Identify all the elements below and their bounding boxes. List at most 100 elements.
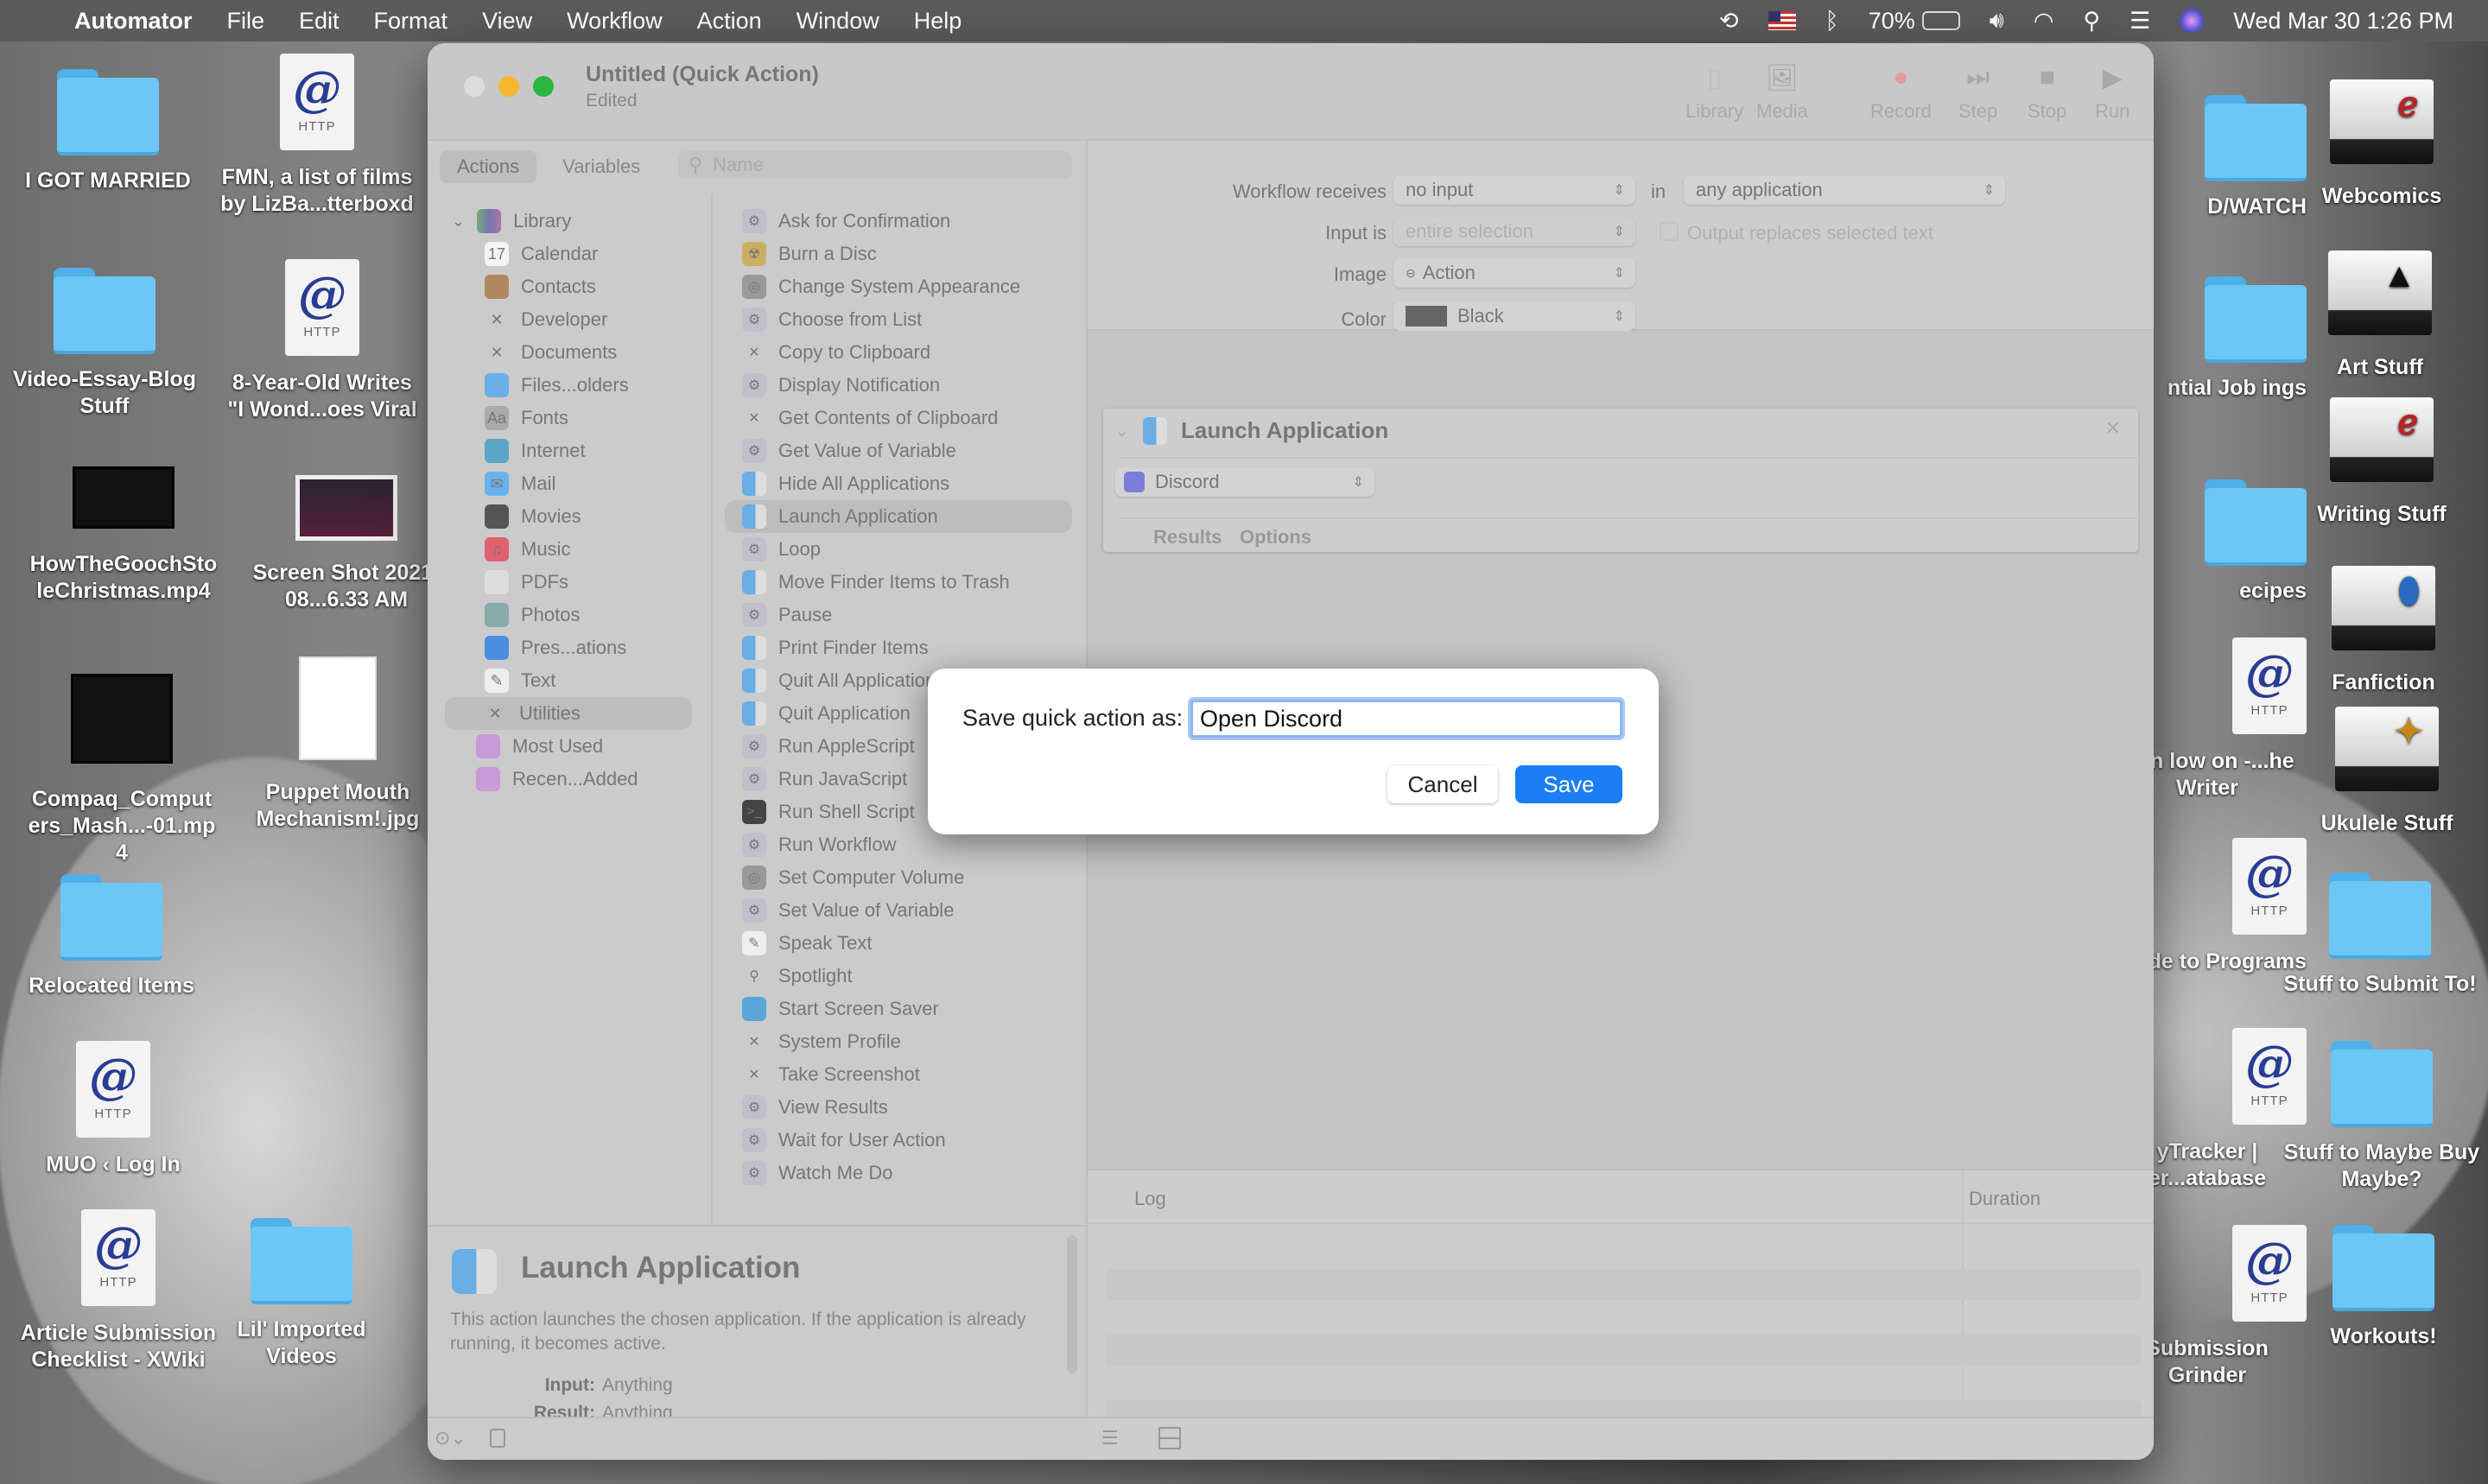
tree-item-mail[interactable]: ✉ Mail	[428, 467, 711, 500]
desktop-icon[interactable]: ⬮ Fanfiction	[2284, 566, 2483, 696]
battery-status[interactable]: 70%	[1869, 8, 1960, 35]
more-options-icon[interactable]: ⊙⌄	[435, 1427, 466, 1449]
desktop-icon[interactable]: ℯ Webcomics	[2282, 79, 2481, 210]
desktop-icon[interactable]: @ HTTP 8-Year-Old Writes "I Wond...oes Vir…	[223, 259, 422, 423]
desktop-icon[interactable]: @ HTTP MUO ‹ Log In	[14, 1041, 213, 1178]
tree-item-photos[interactable]: Photos	[428, 599, 711, 631]
action-item[interactable]: ⚙ Display Notification	[713, 369, 1088, 402]
tree-item-music[interactable]: ♫ Music	[428, 533, 711, 566]
wifi-icon[interactable]: ◠	[2034, 8, 2054, 35]
desktop-icon[interactable]: Video-Essay-Blog Stuff	[5, 268, 204, 420]
action-item[interactable]: ⚙ Loop	[713, 533, 1088, 566]
menu-window[interactable]: Window	[797, 8, 879, 35]
action-item[interactable]: Hide All Applications	[713, 467, 1088, 500]
desktop-icon[interactable]: @ HTTP Article Submission Checklist - XWik…	[19, 1209, 218, 1373]
save-button[interactable]: Save	[1515, 765, 1622, 803]
tree-item-most-used[interactable]: Most Used	[428, 730, 711, 763]
desktop-icon[interactable]: Stuff to Submit To!	[2281, 872, 2479, 998]
action-item[interactable]: ◎ Change System Appearance	[713, 270, 1088, 303]
toolbar-library-button[interactable]: ▯ Library	[1685, 60, 1743, 123]
menu-view[interactable]: View	[482, 8, 532, 35]
desktop-icon[interactable]: ✦ Ukulele Stuff	[2288, 707, 2486, 837]
toolbar-run-button[interactable]: ▶ Run	[2095, 60, 2129, 123]
action-item[interactable]: ⚙ Ask for Confirmation	[713, 205, 1088, 238]
menu-file[interactable]: File	[227, 8, 265, 35]
action-item[interactable]: ✎ Speak Text	[713, 927, 1088, 960]
menu-action[interactable]: Action	[697, 8, 762, 35]
action-item[interactable]: ⚙ Wait for User Action	[713, 1124, 1088, 1157]
toolbar-record-button[interactable]: ● Record	[1870, 60, 1932, 123]
color-popup[interactable]: Black ⇕	[1393, 301, 1635, 331]
desktop-icon[interactable]: Stuff to Maybe Buy Maybe?	[2282, 1041, 2481, 1193]
desktop-icon[interactable]: Puppet Mouth Mechanism!.jpg	[238, 656, 437, 833]
action-item[interactable]: ⚲ Spotlight	[713, 960, 1088, 993]
desktop-icon[interactable]: Lil' Imported Videos	[202, 1218, 401, 1370]
application-select-popup[interactable]: Discord ⇕	[1115, 467, 1374, 497]
menu-help[interactable]: Help	[914, 8, 962, 35]
volume-icon[interactable]: 🔊︎	[1990, 7, 2004, 35]
desktop-icon[interactable]: ▲ Art Stuff	[2281, 251, 2479, 381]
tree-item-calendar[interactable]: 17 Calendar	[428, 238, 711, 270]
action-item[interactable]: ✕ System Profile	[713, 1025, 1088, 1058]
toolbar-media-button[interactable]: 🖼︎ Media	[1756, 60, 1808, 123]
siri-icon[interactable]	[2180, 9, 2205, 33]
action-item[interactable]: ✕ Get Contents of Clipboard	[713, 402, 1088, 434]
library-root[interactable]: ⌄ Library	[428, 205, 711, 238]
description-scrollbar[interactable]	[1067, 1235, 1077, 1373]
zoom-window-button[interactable]	[533, 76, 554, 97]
workflow-receives-popup[interactable]: no input ⇕	[1393, 175, 1635, 205]
tree-item-contacts[interactable]: Contacts	[428, 270, 711, 303]
tree-item-text[interactable]: ✎ Text	[428, 664, 711, 697]
desktop-icon[interactable]: Compaq_Computers_Mash...-01.mp4	[22, 674, 221, 866]
action-item[interactable]: ⚙ Pause	[713, 599, 1088, 631]
action-item[interactable]: ⚙ Choose from List	[713, 303, 1088, 336]
log-column-header[interactable]: Log	[1134, 1188, 1166, 1210]
tree-item-internet[interactable]: Internet	[428, 434, 711, 467]
action-item[interactable]: ◎ Set Computer Volume	[713, 861, 1088, 894]
cancel-button[interactable]: Cancel	[1387, 765, 1498, 803]
tree-item-files-olders[interactable]: Files...olders	[428, 369, 711, 402]
action-item[interactable]: ☢ Burn a Disc	[713, 238, 1088, 270]
action-item[interactable]: ✕ Copy to Clipboard	[713, 336, 1088, 369]
action-item[interactable]: Print Finder Items	[713, 631, 1088, 664]
desktop-icon[interactable]: Screen Shot 2021-08...6.33 AM	[247, 475, 446, 613]
close-window-button[interactable]	[464, 76, 485, 97]
image-popup[interactable]: ⊖ Action ⇕	[1393, 258, 1635, 288]
output-replaces-checkbox[interactable]	[1660, 222, 1679, 241]
action-item[interactable]: Start Screen Saver	[713, 993, 1088, 1025]
split-view-icon[interactable]	[1158, 1427, 1181, 1449]
minimize-window-button[interactable]	[498, 76, 519, 97]
application-popup[interactable]: any application ⇕	[1684, 175, 2005, 205]
tree-item-fonts[interactable]: Aa Fonts	[428, 402, 711, 434]
results-tab[interactable]: Results	[1153, 526, 1222, 549]
action-item[interactable]: ⚙ Watch Me Do	[713, 1157, 1088, 1189]
action-item[interactable]: ⚙ Get Value of Variable	[713, 434, 1088, 467]
bluetooth-icon[interactable]: ᛒ	[1825, 8, 1839, 35]
input-source-flag-icon[interactable]	[1768, 11, 1796, 30]
spotlight-search-icon[interactable]: ⚲	[2083, 8, 2100, 35]
quick-action-name-input[interactable]	[1190, 700, 1622, 738]
tree-item-pres-ations[interactable]: Pres...ations	[428, 631, 711, 664]
tab-variables[interactable]: Variables	[545, 150, 657, 183]
description-toggle-icon[interactable]	[490, 1429, 505, 1448]
action-item[interactable]: ✕ Take Screenshot	[713, 1058, 1088, 1091]
menu-app-name[interactable]: Automator	[74, 8, 193, 35]
menu-edit[interactable]: Edit	[299, 8, 340, 35]
desktop-icon[interactable]: ℯ Writing Stuff	[2282, 397, 2481, 528]
options-tab[interactable]: Options	[1240, 526, 1311, 549]
tree-item-movies[interactable]: Movies	[428, 500, 711, 533]
desktop-icon[interactable]: Relocated Items	[12, 874, 211, 999]
toolbar-step-button[interactable]: ⏭︎ Step	[1958, 60, 1997, 123]
action-item[interactable]: Move Finder Items to Trash	[713, 566, 1088, 599]
desktop-icon[interactable]: I GOT MARRIED	[9, 69, 207, 194]
input-is-popup[interactable]: entire selection ⇕	[1393, 217, 1635, 246]
menu-format[interactable]: Format	[374, 8, 448, 35]
action-item[interactable]: ⚙ Set Value of Variable	[713, 894, 1088, 927]
list-view-icon[interactable]: ☰	[1101, 1427, 1119, 1449]
action-item[interactable]: ⚙ View Results	[713, 1091, 1088, 1124]
tab-actions[interactable]: Actions	[440, 150, 537, 183]
collapse-chevron-icon[interactable]: ⌄	[1115, 422, 1128, 441]
duration-column-header[interactable]: Duration	[1969, 1188, 2041, 1210]
desktop-icon[interactable]: @ HTTP FMN, a list of films by LizBa...tte…	[218, 54, 416, 218]
desktop-icon[interactable]: HowTheGoochStoleChristmas.mp4	[24, 466, 223, 605]
